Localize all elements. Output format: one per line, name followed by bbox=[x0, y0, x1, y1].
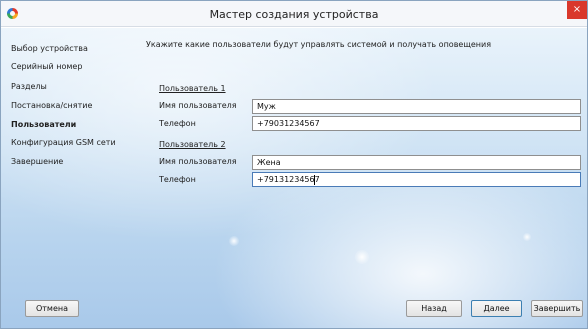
back-button[interactable]: Назад bbox=[406, 300, 462, 317]
wizard-window: Мастер создания устройства × Выбор устро… bbox=[0, 0, 588, 329]
user-2-name-label: Имя пользователя bbox=[159, 157, 237, 166]
background-highlight bbox=[355, 250, 369, 264]
user-1-phone-label: Телефон bbox=[159, 119, 196, 128]
wizard-content: Выбор устройства Серийный номер Разделы … bbox=[1, 28, 587, 328]
background-highlight bbox=[229, 236, 239, 246]
sidebar-item-users[interactable]: Пользователи bbox=[11, 120, 76, 129]
instruction-text: Укажите какие пользователи будут управля… bbox=[146, 40, 492, 49]
user-1-phone-input[interactable] bbox=[252, 116, 581, 131]
cancel-button[interactable]: Отмена bbox=[25, 300, 79, 317]
user-2-phone-label: Телефон bbox=[159, 175, 196, 184]
finish-button[interactable]: Завершить bbox=[531, 300, 583, 317]
sidebar-item-finish[interactable]: Завершение bbox=[11, 157, 63, 166]
user-2-name-input[interactable] bbox=[252, 155, 581, 170]
sidebar-item-gsm-config[interactable]: Конфигурация GSM сети bbox=[11, 138, 116, 147]
title-bar: Мастер создания устройства × bbox=[1, 1, 587, 27]
background-highlight bbox=[523, 233, 531, 241]
user-1-name-label: Имя пользователя bbox=[159, 101, 237, 110]
sidebar-item-device-select[interactable]: Выбор устройства bbox=[11, 44, 88, 53]
next-button[interactable]: Далее bbox=[471, 300, 522, 317]
text-caret bbox=[314, 175, 315, 185]
sidebar-item-partitions[interactable]: Разделы bbox=[11, 82, 47, 91]
window-title: Мастер создания устройства bbox=[209, 8, 379, 21]
user-2-phone-input[interactable] bbox=[252, 172, 581, 187]
sidebar-item-serial-number[interactable]: Серийный номер bbox=[11, 62, 82, 71]
sidebar-item-arming[interactable]: Постановка/снятие bbox=[11, 101, 92, 110]
user-2-title: Пользователь 2 bbox=[159, 140, 226, 149]
close-button[interactable]: × bbox=[567, 1, 587, 19]
user-1-title: Пользователь 1 bbox=[159, 84, 226, 93]
user-1-name-input[interactable] bbox=[252, 99, 581, 114]
